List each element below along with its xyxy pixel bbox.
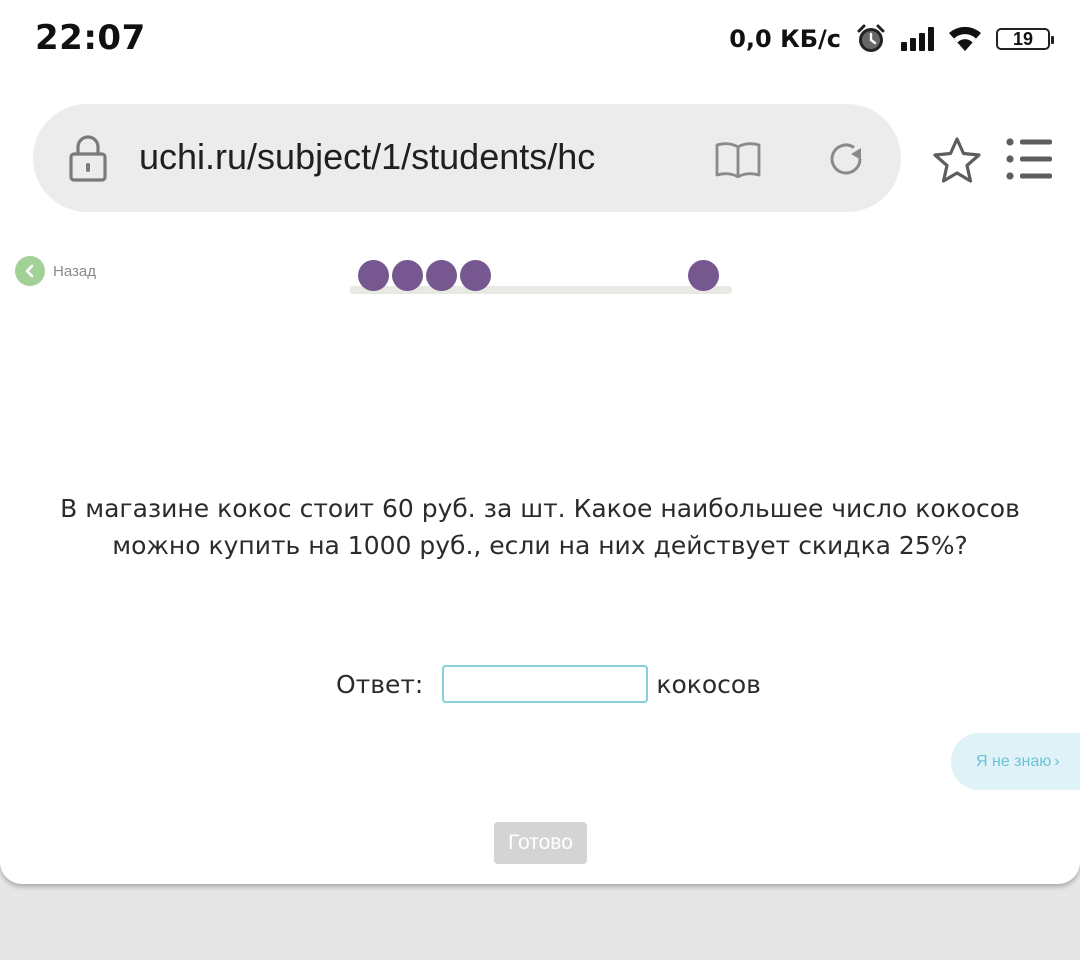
progress-dot (688, 260, 719, 291)
task-question: В магазине кокос стоит 60 руб. за шт. Ка… (60, 494, 1020, 560)
back-button[interactable]: Назад (15, 256, 96, 286)
dont-know-button[interactable]: Я не знаю › (951, 733, 1080, 790)
progress-dot (426, 260, 457, 291)
back-label[interactable]: Назад (53, 263, 96, 280)
url-text[interactable]: uchi.ru/subject/1/students/hc (139, 135, 659, 179)
browser-screen: 22:07 0,0 КБ/с 19 uchi.ru/subject/1/stud… (0, 0, 1080, 884)
battery-icon: 19 (996, 28, 1054, 50)
dont-know-label[interactable]: Я не знаю (976, 753, 1051, 771)
progress-dot (392, 260, 423, 291)
done-button[interactable]: Готово (494, 822, 587, 864)
lock-icon[interactable] (69, 134, 107, 182)
address-bar[interactable]: uchi.ru/subject/1/students/hc (33, 104, 901, 212)
status-time: 22:07 (35, 18, 146, 58)
progress-dot (358, 260, 389, 291)
answer-unit: кокосов (656, 669, 761, 699)
status-icons: 0,0 КБ/с 19 (729, 22, 1054, 56)
answer-row: Ответ: кокосов (336, 664, 761, 704)
alarm-icon (857, 24, 885, 52)
menu-icon[interactable] (1004, 136, 1054, 182)
chevron-right-icon[interactable]: › (1054, 753, 1059, 771)
battery-level: 19 (1012, 28, 1034, 49)
back-chevron-icon[interactable] (15, 256, 45, 286)
reload-icon[interactable] (825, 138, 867, 180)
task-progress (350, 258, 732, 298)
bookmark-star-icon[interactable] (932, 136, 982, 184)
answer-input[interactable] (442, 665, 649, 703)
wifi-icon (949, 26, 981, 51)
answer-label: Ответ: (336, 669, 424, 699)
progress-dot (460, 260, 491, 291)
net-speed: 0,0 КБ/с (729, 25, 841, 53)
reader-mode-icon[interactable] (715, 140, 761, 178)
signal-icon (901, 27, 934, 51)
